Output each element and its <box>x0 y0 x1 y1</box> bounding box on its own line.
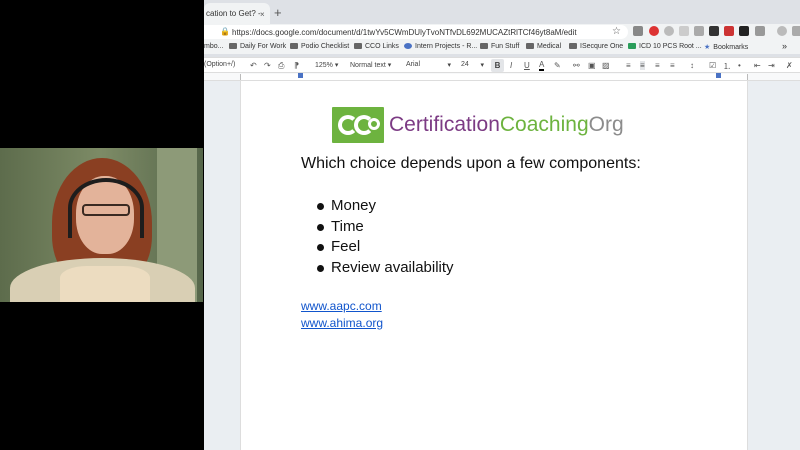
italic-button[interactable]: I <box>510 61 512 70</box>
comment-icon[interactable]: ▣ <box>588 61 596 70</box>
extension-icon-4[interactable] <box>694 26 704 36</box>
image-icon[interactable]: ▨ <box>602 61 610 70</box>
cco-logo: CertificationCoachingOrg <box>332 107 662 143</box>
extension-icon-6[interactable] <box>724 26 734 36</box>
numbered-list-icon[interactable]: ⒈ <box>723 61 731 72</box>
omnibox[interactable]: 🔒 https://docs.google.com/document/d/1tw… <box>204 25 628 39</box>
bookmark-folder[interactable]: Podio Checklist <box>290 43 349 50</box>
lock-icon: 🔒 <box>220 27 230 36</box>
folder-icon <box>354 43 362 49</box>
left-indent-marker[interactable] <box>298 73 303 78</box>
screen: cation to Get? - × + 🔒 https://docs.goog… <box>0 0 800 450</box>
webcam-feed <box>0 148 203 302</box>
logo-wordmark: CertificationCoachingOrg <box>389 113 624 136</box>
checklist-icon[interactable]: ☑ <box>709 61 716 70</box>
font-size-select[interactable]: 24 ▾ <box>458 59 486 72</box>
clear-formatting-icon[interactable]: ✗ <box>786 61 793 70</box>
folder-icon <box>526 43 534 49</box>
presenter-collar <box>60 266 150 302</box>
zoom-select[interactable]: 125% ▾ <box>312 59 341 72</box>
decrease-indent-icon[interactable]: ⇤ <box>754 61 761 70</box>
bookmark-item[interactable]: Intern Projects - R... <box>404 43 477 50</box>
underline-button[interactable]: U <box>524 61 530 70</box>
extension-icon-1[interactable] <box>633 26 643 36</box>
bookmark-folder[interactable]: Daily For Work <box>229 43 286 50</box>
undo-icon[interactable]: ↶ <box>250 61 257 70</box>
folder-icon <box>569 43 577 49</box>
menu-search-hint[interactable]: (Option+/) <box>204 61 235 68</box>
link-insert-icon[interactable]: ⚯ <box>573 61 580 70</box>
ruler-track <box>240 74 748 80</box>
bookmark-folder[interactable]: Fun Stuff <box>480 43 519 50</box>
list-item: Money <box>317 197 454 218</box>
folder-icon <box>290 43 298 49</box>
font-select[interactable]: Arial ▾ <box>403 59 453 72</box>
folder-icon <box>229 43 237 49</box>
logo-mark <box>332 107 384 143</box>
line-spacing-icon[interactable]: ↕ <box>690 61 694 70</box>
tab-bar: cation to Get? - × + <box>204 0 800 24</box>
bookmark-item[interactable]: ICD 10 PCS Root ... <box>628 43 702 50</box>
link-icon <box>404 43 412 49</box>
bookmark-folder[interactable]: Medical <box>526 43 561 50</box>
document-page[interactable]: CertificationCoachingOrg Which choice de… <box>240 81 748 450</box>
tab-title: cation to Get? - <box>206 9 261 18</box>
url-text: https://docs.google.com/document/d/1twYv… <box>232 28 577 37</box>
bullet-list: Money Time Feel Review availability <box>317 197 454 279</box>
ruler <box>204 73 800 81</box>
new-tab-button[interactable]: + <box>274 5 282 20</box>
bookmark-item[interactable]: mbo... <box>204 43 223 50</box>
align-center-icon[interactable]: ≡ <box>640 61 645 70</box>
extension-icon-10[interactable] <box>792 26 800 36</box>
bookmark-folder[interactable]: CCO Links <box>354 43 399 50</box>
docs-toolbar: (Option+/) ↶ ↷ ⎙ ⁋ 125% ▾ Normal text ▾ … <box>204 57 800 73</box>
address-bar: 🔒 https://docs.google.com/document/d/1tw… <box>204 24 800 40</box>
increase-indent-icon[interactable]: ⇥ <box>768 61 775 70</box>
list-item: Feel <box>317 238 454 259</box>
close-tab-icon[interactable]: × <box>260 10 265 19</box>
browser-window: cation to Get? - × + 🔒 https://docs.goog… <box>204 0 800 450</box>
list-item: Review availability <box>317 259 454 280</box>
folder-icon <box>480 43 488 49</box>
text-color-button[interactable]: A <box>539 61 545 71</box>
bookmarks-bar: mbo... Daily For Work Podio Checklist CC… <box>204 40 800 54</box>
highlight-icon[interactable]: ✎ <box>554 61 561 70</box>
bookmark-item[interactable]: ★ Bookmarks <box>704 43 748 51</box>
extension-icon-8[interactable] <box>755 26 765 36</box>
bookmark-star-icon[interactable]: ☆ <box>612 26 621 37</box>
paint-format-icon[interactable]: ⁋ <box>294 61 299 70</box>
ahima-link[interactable]: www.ahima.org <box>301 316 383 330</box>
tab-active[interactable]: cation to Get? - × <box>204 3 270 24</box>
justify-icon[interactable]: ≡ <box>670 61 675 70</box>
align-right-icon[interactable]: ≡ <box>655 61 660 70</box>
extension-icon-7[interactable] <box>739 26 749 36</box>
bold-button[interactable]: B <box>491 59 504 72</box>
question-text: Which choice depends upon a few componen… <box>301 155 641 172</box>
print-icon[interactable]: ⎙ <box>278 61 284 71</box>
extension-icon-9[interactable] <box>777 26 787 36</box>
aapc-link[interactable]: www.aapc.com <box>301 299 382 313</box>
extension-icon-5[interactable] <box>709 26 719 36</box>
document-canvas: CertificationCoachingOrg Which choice de… <box>204 81 800 450</box>
bookmark-folder[interactable]: ISecqure One <box>569 43 623 50</box>
right-indent-marker[interactable] <box>716 73 721 78</box>
redo-icon[interactable]: ↷ <box>264 61 271 70</box>
glasses <box>82 204 130 216</box>
style-select[interactable]: Normal text ▾ <box>347 59 394 72</box>
list-item: Time <box>317 218 454 239</box>
align-left-icon[interactable]: ≡ <box>626 61 631 70</box>
bookmarks-overflow-button[interactable]: » <box>782 41 787 51</box>
adblock-icon[interactable] <box>649 26 659 36</box>
doc-icon <box>628 43 636 49</box>
star-icon: ★ <box>704 44 711 51</box>
extension-icon-2[interactable] <box>664 26 674 36</box>
bulleted-list-icon[interactable]: • <box>738 61 741 70</box>
extension-icon-3[interactable] <box>679 26 689 36</box>
logo-o-shape <box>368 118 380 130</box>
